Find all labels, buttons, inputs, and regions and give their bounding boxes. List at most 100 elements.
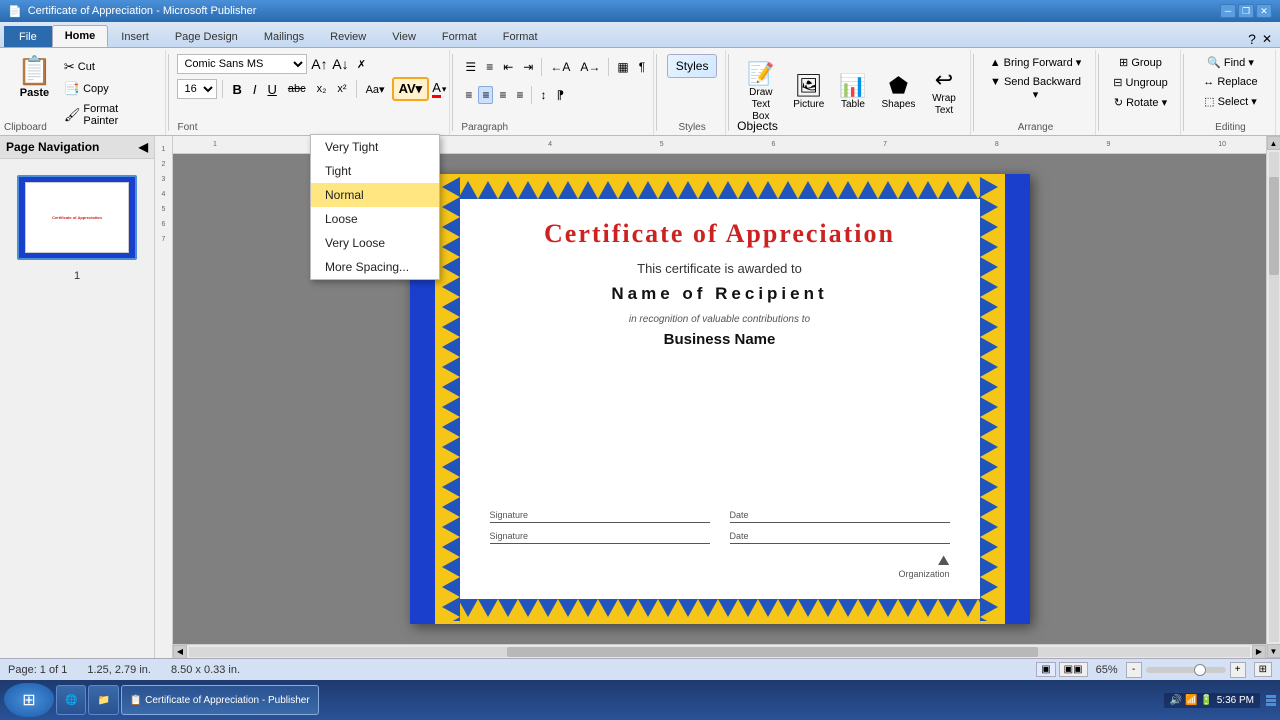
para-spacing-button[interactable]: ⁋ — [552, 86, 568, 104]
arrange-group: ▲ Bring Forward ▾ ▼ Send Backward ▾ Arra… — [976, 50, 1096, 135]
spacing-very-loose[interactable]: Very Loose — [311, 231, 439, 255]
scroll-thumb-h[interactable] — [507, 647, 1038, 657]
subscript-button[interactable]: x₂ — [313, 81, 331, 97]
explorer-taskbar-btn[interactable]: 📁 — [88, 685, 118, 715]
navigation-panel-close[interactable]: ◀ — [139, 140, 148, 154]
styles-group: Styles Styles — [659, 50, 726, 135]
copy-button[interactable]: 📑 Copy — [59, 79, 160, 99]
increase-indent-button[interactable]: ⇥ — [519, 58, 537, 76]
zoom-in-btn[interactable]: + — [1230, 662, 1246, 678]
right-to-left-button[interactable]: A→ — [576, 58, 604, 76]
certificate-content: Certificate of Appreciation This certifi… — [460, 199, 980, 599]
help-icon[interactable]: ? — [1248, 31, 1256, 47]
ungroup-button[interactable]: ⊟ Ungroup — [1109, 74, 1171, 91]
tab-file[interactable]: File — [4, 26, 52, 47]
spacing-very-tight[interactable]: Very Tight — [311, 135, 439, 159]
start-button[interactable]: ⊞ — [4, 683, 54, 717]
numbering-button[interactable]: ≡ — [482, 58, 497, 76]
align-right-button[interactable]: ≡ — [495, 86, 510, 104]
left-to-right-button[interactable]: ←A — [546, 58, 574, 76]
single-page-view-btn[interactable]: ▣ — [1036, 662, 1055, 677]
zoom-controls[interactable]: - + — [1126, 662, 1246, 678]
scroll-right-btn[interactable]: ▶ — [1252, 645, 1266, 659]
spacing-tight[interactable]: Tight — [311, 159, 439, 183]
tab-page-design[interactable]: Page Design — [162, 26, 251, 47]
shapes-button[interactable]: ⬟ Shapes — [877, 59, 920, 127]
underline-button[interactable]: U — [263, 80, 280, 99]
tab-format2[interactable]: Format — [490, 26, 551, 47]
scroll-thumb-v[interactable] — [1269, 177, 1279, 275]
font-family-select[interactable]: Comic Sans MS — [177, 54, 307, 74]
vertical-scrollbar[interactable]: ▲ ▼ — [1266, 136, 1280, 658]
font-group: Comic Sans MS A↑ A↓ ✗ 16 B I U abc x₂ x²… — [171, 50, 450, 135]
horizontal-scrollbar[interactable]: ◀ ▶ — [173, 644, 1266, 658]
scroll-down-btn[interactable]: ▼ — [1267, 644, 1280, 658]
bold-button[interactable]: B — [228, 80, 245, 99]
publisher-taskbar-btn[interactable]: 📋 Certificate of Appreciation - Publishe… — [121, 685, 319, 715]
tab-mailings[interactable]: Mailings — [251, 26, 317, 47]
paste-icon: 📋 — [17, 57, 52, 85]
page-thumbnail[interactable]: Certificate of Appreciation — [17, 175, 137, 260]
send-backward-button[interactable]: ▼ Send Backward ▾ — [982, 74, 1089, 103]
tab-view[interactable]: View — [379, 26, 429, 47]
table-button[interactable]: 📊 Table — [833, 59, 873, 127]
spacing-loose[interactable]: Loose — [311, 207, 439, 231]
columns-button[interactable]: ▦ — [613, 58, 632, 76]
font-color-button[interactable]: A — [432, 80, 441, 98]
styles-selector[interactable]: Styles — [667, 54, 718, 78]
strikethrough-button[interactable]: abc — [284, 81, 310, 97]
clipboard-group-label: Clipboard — [4, 122, 47, 133]
font-shrink-btn[interactable]: A↓ — [331, 55, 349, 73]
zoom-out-btn[interactable]: - — [1126, 662, 1142, 678]
scroll-track-h[interactable] — [189, 647, 1250, 657]
scroll-track-v[interactable] — [1269, 152, 1279, 642]
align-center-button[interactable]: ≡ — [478, 86, 493, 104]
bullets-button[interactable]: ☰ — [461, 58, 480, 76]
select-button[interactable]: ⬚ Select ▾ — [1200, 93, 1261, 110]
align-left-button[interactable]: ≡ — [461, 86, 476, 104]
spacing-normal[interactable]: Normal — [311, 183, 439, 207]
replace-button[interactable]: ↔ Replace — [1199, 74, 1261, 90]
draw-textbox-button[interactable]: 📝 DrawText Box — [737, 59, 784, 127]
zoom-slider[interactable] — [1146, 667, 1226, 673]
picture-button[interactable]: 🖼 Picture — [789, 59, 829, 127]
zoom-thumb[interactable] — [1194, 664, 1206, 676]
wrap-text-button[interactable]: ↩ WrapText — [924, 59, 964, 127]
close-ribbon-icon[interactable]: ✕ — [1262, 32, 1272, 46]
minimize-btn[interactable]: ─ — [1220, 4, 1236, 18]
superscript-button[interactable]: x² — [333, 81, 350, 97]
scroll-up-btn[interactable]: ▲ — [1267, 136, 1280, 150]
justify-button[interactable]: ≡ — [512, 86, 527, 104]
tab-format1[interactable]: Format — [429, 26, 490, 47]
bring-forward-button[interactable]: ▲ Bring Forward ▾ — [986, 54, 1086, 71]
find-button[interactable]: 🔍 Find ▾ — [1203, 54, 1258, 71]
show-desktop-btn[interactable] — [1266, 695, 1276, 706]
close-btn[interactable]: ✕ — [1256, 4, 1272, 18]
scroll-left-btn[interactable]: ◀ — [173, 645, 187, 659]
paste-button[interactable]: 📋 Paste — [10, 52, 59, 133]
italic-button[interactable]: I — [249, 80, 261, 99]
cut-button[interactable]: ✂ Cut — [59, 57, 160, 77]
line-spacing-button[interactable]: ↕ — [536, 86, 550, 104]
tab-review[interactable]: Review — [317, 26, 379, 47]
ie-taskbar-btn[interactable]: 🌐 — [56, 685, 86, 715]
format-painter-button[interactable]: 🖌 Format Painter — [59, 101, 160, 129]
clear-format-btn[interactable]: ✗ — [352, 55, 370, 73]
group-button[interactable]: ⊞ Group — [1115, 54, 1166, 71]
restore-btn[interactable]: ❐ — [1238, 4, 1254, 18]
font-color-dropdown[interactable]: ▾ — [442, 84, 447, 95]
tab-insert[interactable]: Insert — [108, 26, 162, 47]
character-spacing-button[interactable]: AV▾ — [392, 77, 430, 101]
font-size-select[interactable]: 16 — [177, 79, 217, 99]
tab-home[interactable]: Home — [52, 25, 109, 47]
two-page-view-btn[interactable]: ▣▣ — [1059, 662, 1088, 677]
rotate-button[interactable]: ↻ Rotate ▾ — [1110, 94, 1171, 111]
font-grow-btn[interactable]: A↑ — [310, 55, 328, 73]
fit-page-btn[interactable]: ⊞ — [1254, 662, 1272, 677]
decrease-indent-button[interactable]: ⇤ — [499, 58, 517, 76]
editing-group-label: Editing — [1215, 122, 1246, 133]
show-para-button[interactable]: ¶ — [635, 58, 649, 76]
spacing-more[interactable]: More Spacing... — [311, 255, 439, 279]
navigation-panel-title: Page Navigation — [6, 140, 99, 154]
change-case-button[interactable]: Aa▾ — [362, 81, 389, 98]
